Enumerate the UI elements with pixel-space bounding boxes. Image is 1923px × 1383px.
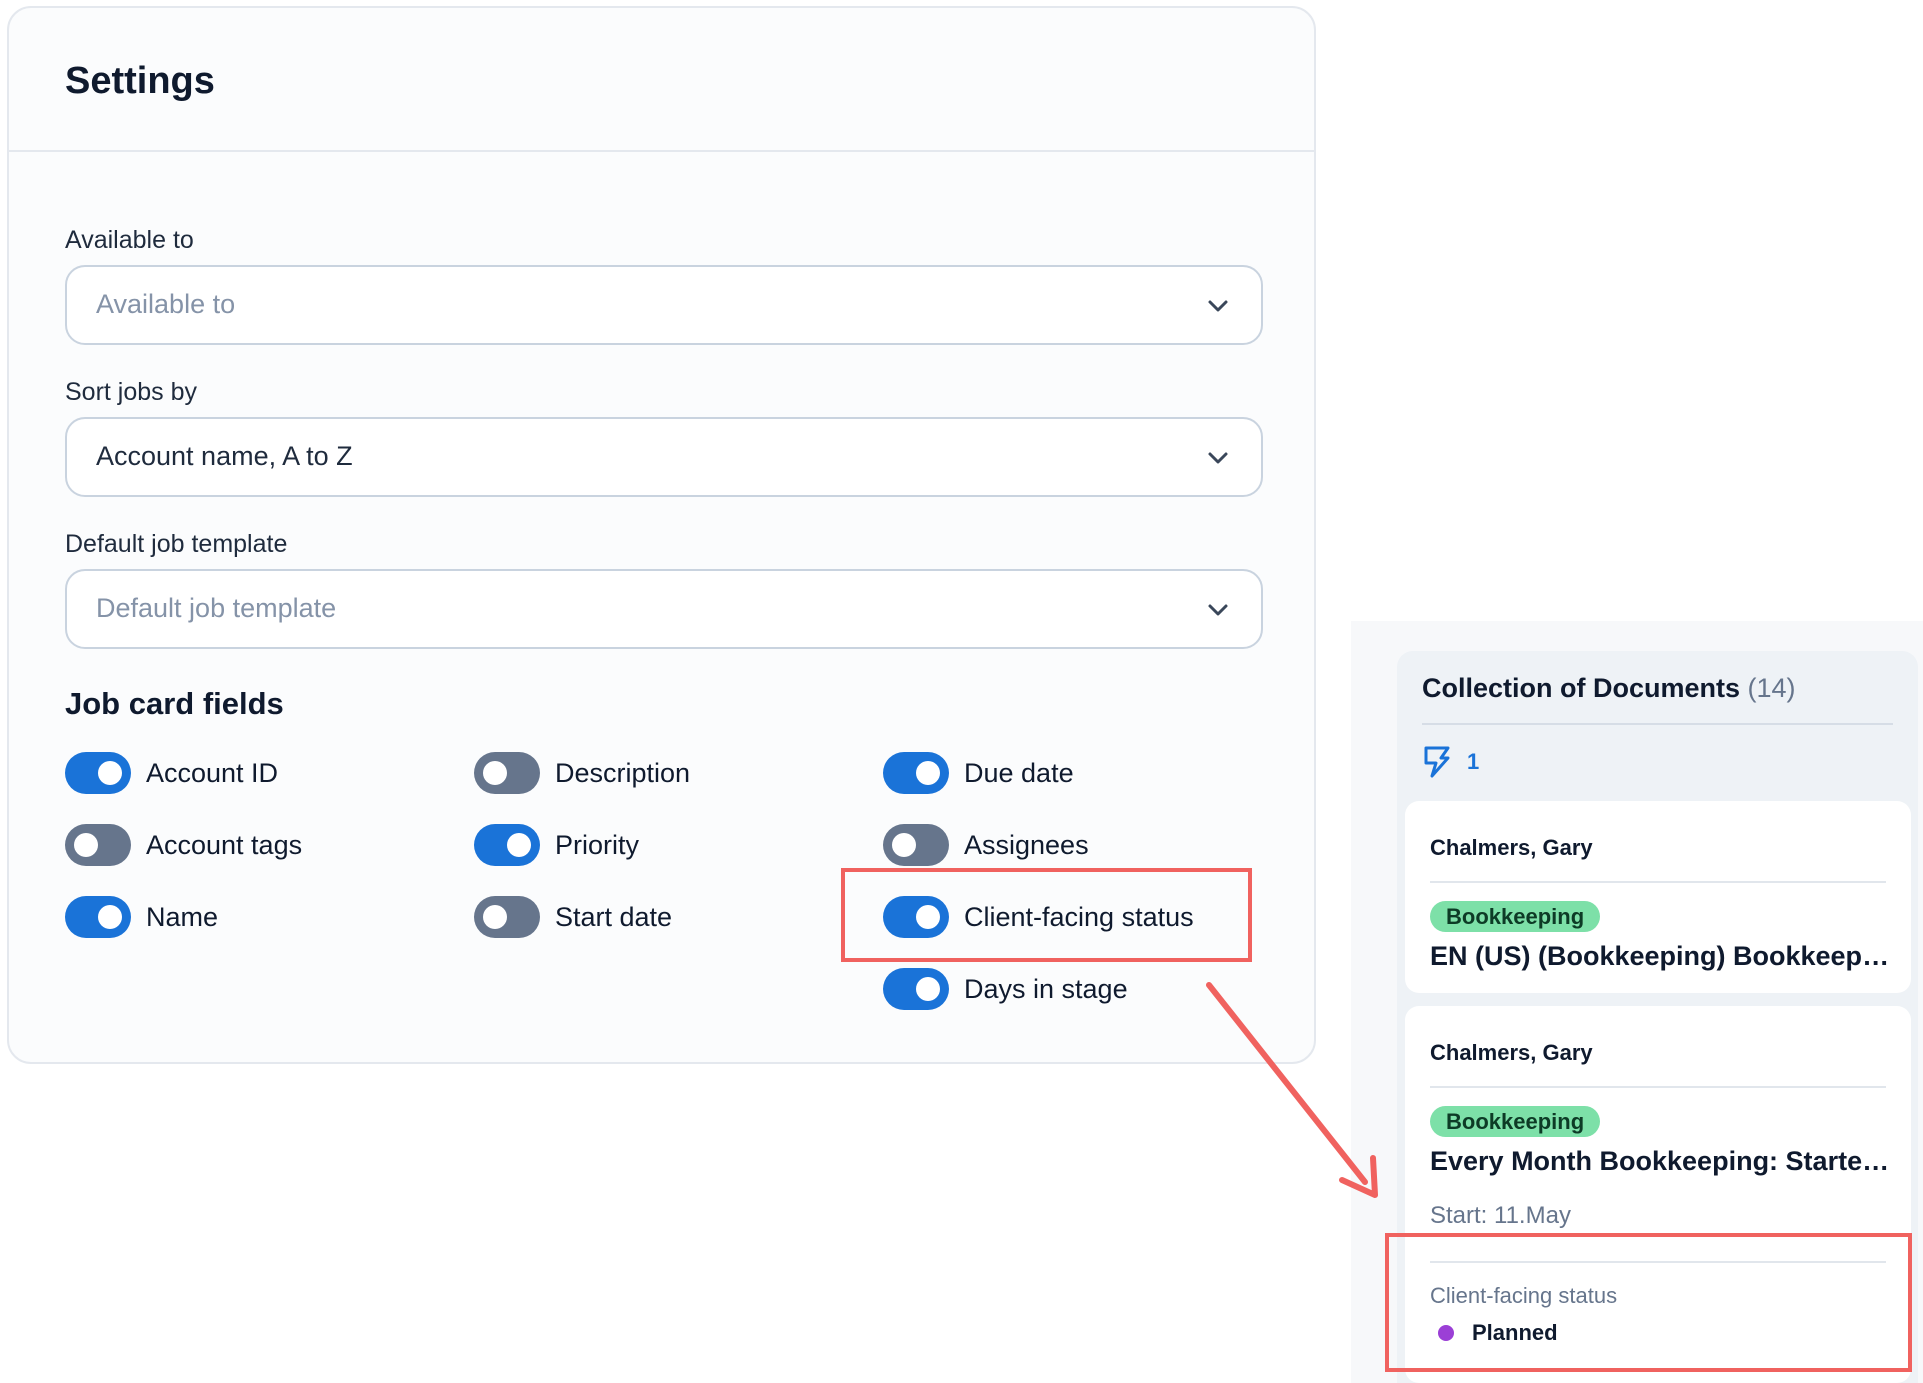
card-account-name: Chalmers, Gary <box>1430 1040 1593 1065</box>
toggle-label: Account ID <box>146 757 279 788</box>
toggle-label: Account tags <box>146 829 303 860</box>
chevron-down-icon <box>1208 604 1228 616</box>
default-job-template-select[interactable]: Default job template <box>65 569 1263 649</box>
card-account-name: Chalmers, Gary <box>1430 835 1593 860</box>
toggle-label: Assignees <box>964 829 1089 860</box>
field-toggle-priority[interactable]: Priority <box>474 823 639 867</box>
toggle-label: Due date <box>964 757 1074 788</box>
lightning-bolt-icon <box>1424 746 1450 778</box>
column-name: Collection of Documents <box>1422 673 1741 703</box>
field-toggle-account-tags[interactable]: Account tags <box>65 823 302 867</box>
toggle-switch[interactable] <box>65 824 131 866</box>
automation-count: 1 <box>1467 749 1480 774</box>
available-to-label: Available to <box>65 226 194 254</box>
field-toggle-name[interactable]: Name <box>65 895 218 939</box>
toggle-label: Start date <box>555 901 673 932</box>
card-divider <box>1430 881 1886 883</box>
toggle-label: Priority <box>555 829 640 860</box>
automation-indicator[interactable]: 1 <box>1422 745 1479 779</box>
toggle-switch[interactable] <box>474 824 540 866</box>
column-divider <box>1422 723 1893 725</box>
field-toggle-start-date[interactable]: Start date <box>474 895 672 939</box>
job-card-fields-title: Job card fields <box>65 686 284 721</box>
sort-jobs-by-value: Account name, A to Z <box>96 441 353 471</box>
highlight-client-facing-status-toggle <box>841 868 1252 962</box>
toggle-switch[interactable] <box>883 824 949 866</box>
toggle-label: Name <box>146 901 219 932</box>
toggle-switch[interactable] <box>474 752 540 794</box>
toggle-switch[interactable] <box>883 968 949 1010</box>
job-tag: Bookkeeping <box>1430 1106 1601 1137</box>
page-title: Settings <box>65 60 215 102</box>
available-to-placeholder: Available to <box>96 289 236 319</box>
toggle-label: Description <box>555 757 691 788</box>
job-card[interactable]: Chalmers, Gary Bookkeeping EN (US) (Book… <box>1405 801 1911 993</box>
field-toggle-description[interactable]: Description <box>474 751 690 795</box>
toggle-label: Days in stage <box>964 973 1128 1004</box>
job-title: EN (US) (Bookkeeping) Bookkeeping <box>1430 941 1891 971</box>
screenshot-stage: Settings Available to Available to Sort … <box>0 0 1923 1383</box>
job-tag: Bookkeeping <box>1430 901 1601 932</box>
column-count: (14) <box>1747 673 1796 703</box>
sort-jobs-by-select[interactable]: Account name, A to Z <box>65 417 1263 497</box>
field-toggle-days-in-stage[interactable]: Days in stage <box>883 967 1128 1011</box>
toggle-switch[interactable] <box>474 896 540 938</box>
default-job-template-placeholder: Default job template <box>96 593 337 623</box>
field-toggle-assignees[interactable]: Assignees <box>883 823 1089 867</box>
card-divider <box>1430 1086 1886 1088</box>
settings-header: Settings <box>9 8 1314 152</box>
field-toggle-account-id[interactable]: Account ID <box>65 751 278 795</box>
available-to-select[interactable]: Available to <box>65 265 1263 345</box>
toggle-switch[interactable] <box>65 752 131 794</box>
default-job-template-label: Default job template <box>65 530 288 558</box>
job-title: Every Month Bookkeeping: Started on the … <box>1430 1146 1891 1176</box>
sort-jobs-by-label: Sort jobs by <box>65 378 198 406</box>
chevron-down-icon <box>1208 452 1228 464</box>
toggle-switch[interactable] <box>883 752 949 794</box>
column-title: Collection of Documents (14) <box>1422 673 1796 704</box>
toggle-switch[interactable] <box>65 896 131 938</box>
field-toggle-due-date[interactable]: Due date <box>883 751 1074 795</box>
chevron-down-icon <box>1208 300 1228 312</box>
job-start-date: Start: 11.May <box>1430 1202 1571 1229</box>
highlight-client-facing-status-card <box>1385 1233 1912 1372</box>
